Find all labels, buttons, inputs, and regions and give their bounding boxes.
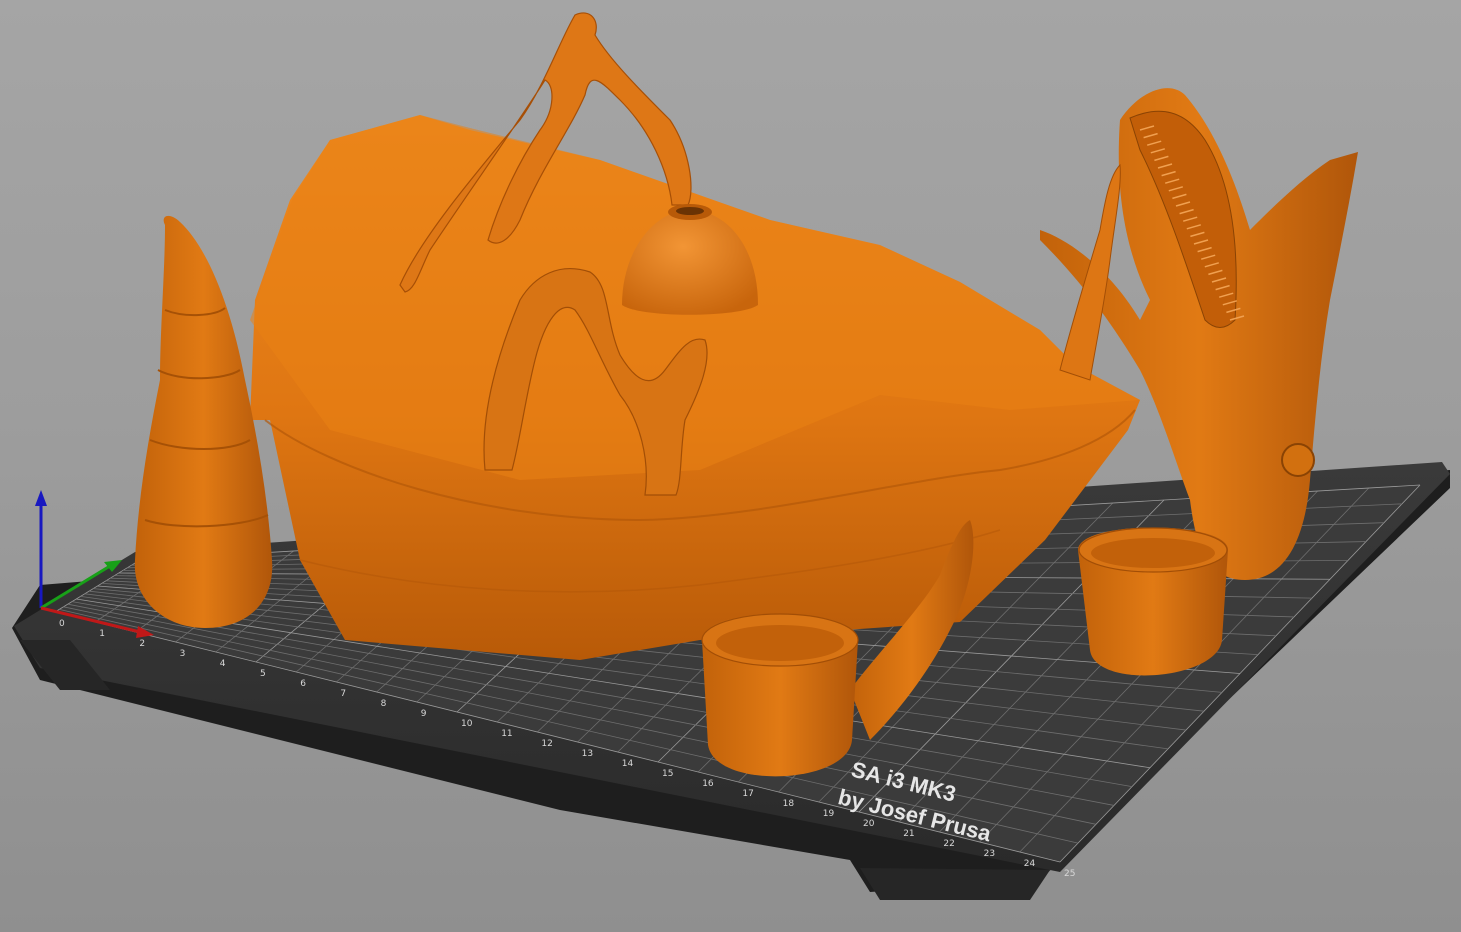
bed-tick-label: 7: [340, 689, 346, 699]
bed-tick-label: 11: [501, 729, 512, 739]
bed-tick-label: 14: [622, 759, 634, 769]
bed-tick-label: 16: [702, 779, 714, 789]
bed-tick-label: 24: [1024, 859, 1036, 869]
bed-tick-label: 4: [220, 659, 226, 669]
bed-tick-label: 18: [783, 799, 795, 809]
bed-tick-label: 23: [984, 849, 995, 859]
bed-tick-label: 19: [823, 809, 835, 819]
bed-tick-label: 13: [582, 749, 593, 759]
bed-tick-label: 6: [300, 679, 306, 689]
horn-spire-model[interactable]: [134, 215, 273, 629]
bed-tick-label: 8: [381, 699, 387, 709]
bed-tick-label: 1: [99, 629, 105, 639]
bed-tick-label: 9: [421, 709, 427, 719]
bed-tick-label: 21: [903, 829, 914, 839]
bed-foot-front: [860, 868, 1050, 900]
bed-tick-label: 5: [260, 669, 266, 679]
bed-tick-label: 17: [742, 789, 753, 799]
bed-tick-label: 25: [1064, 869, 1075, 879]
bed-tick-label: 12: [541, 739, 552, 749]
bed-tick-label: 20: [863, 819, 875, 829]
bed-tick-label: 0: [59, 619, 65, 629]
3d-viewport[interactable]: 0 1 2 3 4 5 6 7 8 9 10 11 12 13 14 15 16 17 18 19 20 21 22 23 24…: [0, 0, 1461, 932]
dome-hole: [676, 207, 704, 215]
worm-eye: [1281, 443, 1315, 477]
bed-tick-label: 3: [180, 649, 186, 659]
bed-tick-label: 15: [662, 769, 673, 779]
bed-tick-label: 2: [139, 639, 145, 649]
small-cup-model[interactable]: [1078, 527, 1228, 676]
bed-tick-label: 22: [943, 839, 954, 849]
z-axis-arrow-icon: [35, 490, 47, 506]
bed-tick-label: 10: [461, 719, 473, 729]
